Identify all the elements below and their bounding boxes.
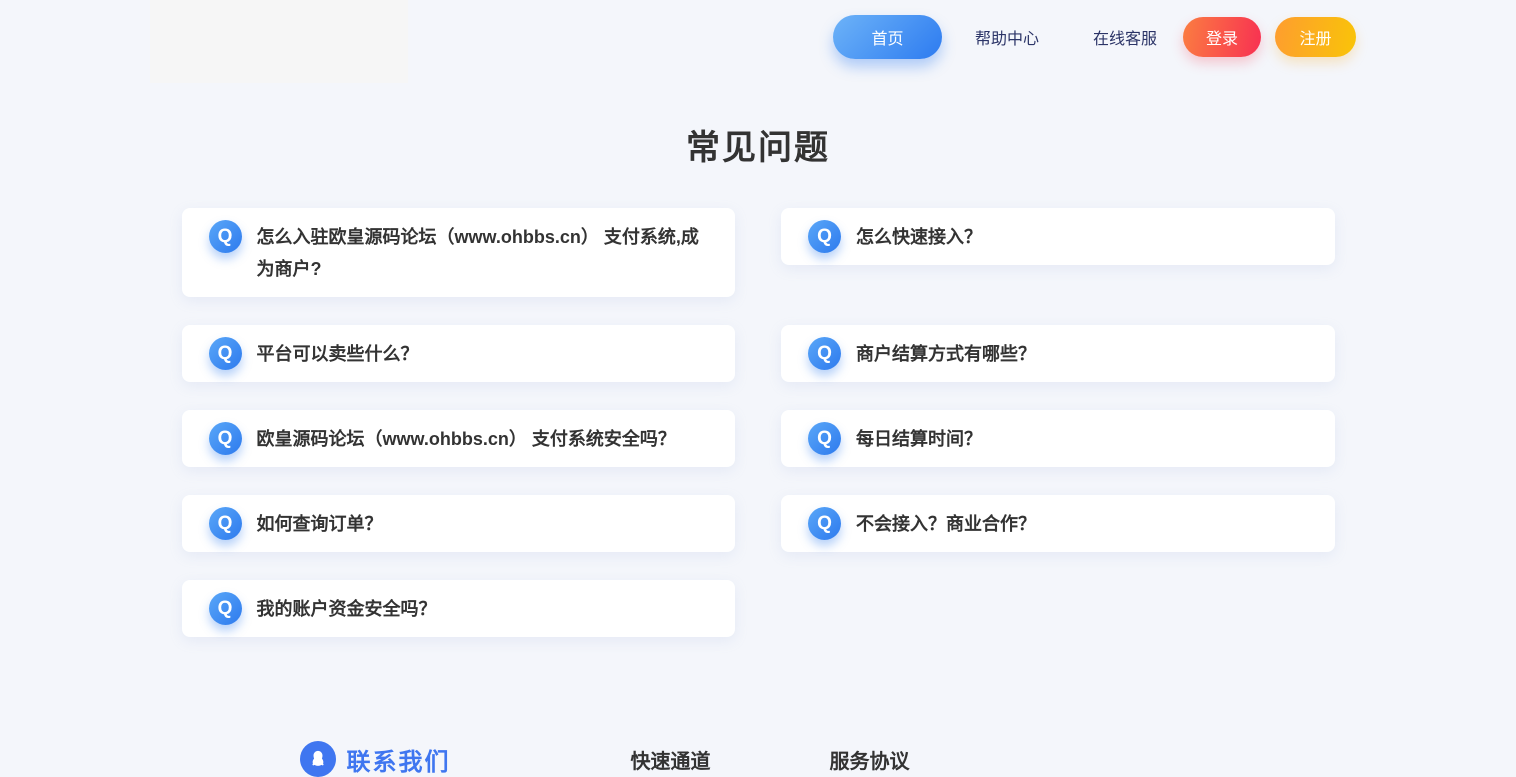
- faq-question-text: 我的账户资金安全吗？: [257, 592, 437, 625]
- faq-card[interactable]: Q 不会接入？商业合作？: [781, 495, 1335, 552]
- footer-service-agreement-link[interactable]: 服务协议: [830, 745, 910, 774]
- faq-card[interactable]: Q 如何查询订单？: [182, 495, 736, 552]
- faq-question-text: 怎么入驻欧皇源码论坛（www.ohbbs.cn） 支付系统,成为商户?: [257, 220, 712, 285]
- faq-grid: Q 怎么入驻欧皇源码论坛（www.ohbbs.cn） 支付系统,成为商户? Q …: [182, 208, 1335, 637]
- faq-question-text: 商户结算方式有哪些？: [856, 337, 1036, 370]
- footer-contact-link[interactable]: 联系我们: [300, 741, 451, 777]
- faq-question-text: 如何查询订单？: [257, 507, 383, 540]
- faq-question-text: 欧皇源码论坛（www.ohbbs.cn） 支付系统安全吗？: [257, 422, 676, 455]
- question-icon: Q: [209, 507, 242, 540]
- nav-online-service-link[interactable]: 在线客服: [1093, 25, 1157, 49]
- footer-quick-channel-link[interactable]: 快速通道: [631, 745, 711, 774]
- faq-card[interactable]: Q 商户结算方式有哪些？: [781, 325, 1335, 382]
- faq-question-text: 怎么快速接入？: [856, 220, 982, 253]
- qq-icon: [300, 741, 336, 777]
- footer: 联系我们 快速通道 服务协议: [0, 741, 1516, 777]
- register-button[interactable]: 注册: [1275, 17, 1356, 57]
- nav-help-center-link[interactable]: 帮助中心: [975, 25, 1039, 49]
- logo-placeholder: [150, 0, 408, 83]
- contact-label: 联系我们: [347, 742, 451, 777]
- faq-card[interactable]: Q 平台可以卖些什么？: [182, 325, 736, 382]
- faq-question-text: 不会接入？商业合作？: [856, 507, 1036, 540]
- question-icon: Q: [808, 507, 841, 540]
- faq-card[interactable]: Q 每日结算时间？: [781, 410, 1335, 467]
- faq-question-text: 每日结算时间？: [856, 422, 982, 455]
- question-icon: Q: [808, 422, 841, 455]
- page-title: 常见问题: [182, 128, 1335, 168]
- login-button[interactable]: 登录: [1183, 17, 1261, 57]
- nav-home-button[interactable]: 首页: [833, 15, 942, 59]
- faq-card[interactable]: Q 怎么快速接入？: [781, 208, 1335, 265]
- faq-section: 常见问题 Q 怎么入驻欧皇源码论坛（www.ohbbs.cn） 支付系统,成为商…: [182, 128, 1335, 637]
- question-icon: Q: [209, 337, 242, 370]
- main-nav: 首页 帮助中心 在线客服 登录 注册: [833, 15, 1356, 59]
- header: 首页 帮助中心 在线客服 登录 注册: [0, 0, 1516, 83]
- question-icon: Q: [209, 592, 242, 625]
- question-icon: Q: [808, 337, 841, 370]
- faq-card[interactable]: Q 欧皇源码论坛（www.ohbbs.cn） 支付系统安全吗？: [182, 410, 736, 467]
- faq-card[interactable]: Q 我的账户资金安全吗？: [182, 580, 736, 637]
- faq-question-text: 平台可以卖些什么？: [257, 337, 419, 370]
- question-icon: Q: [808, 220, 841, 253]
- question-icon: Q: [209, 220, 242, 253]
- faq-card[interactable]: Q 怎么入驻欧皇源码论坛（www.ohbbs.cn） 支付系统,成为商户?: [182, 208, 736, 297]
- question-icon: Q: [209, 422, 242, 455]
- footer-links-row: 联系我们 快速通道 服务协议: [182, 741, 1335, 777]
